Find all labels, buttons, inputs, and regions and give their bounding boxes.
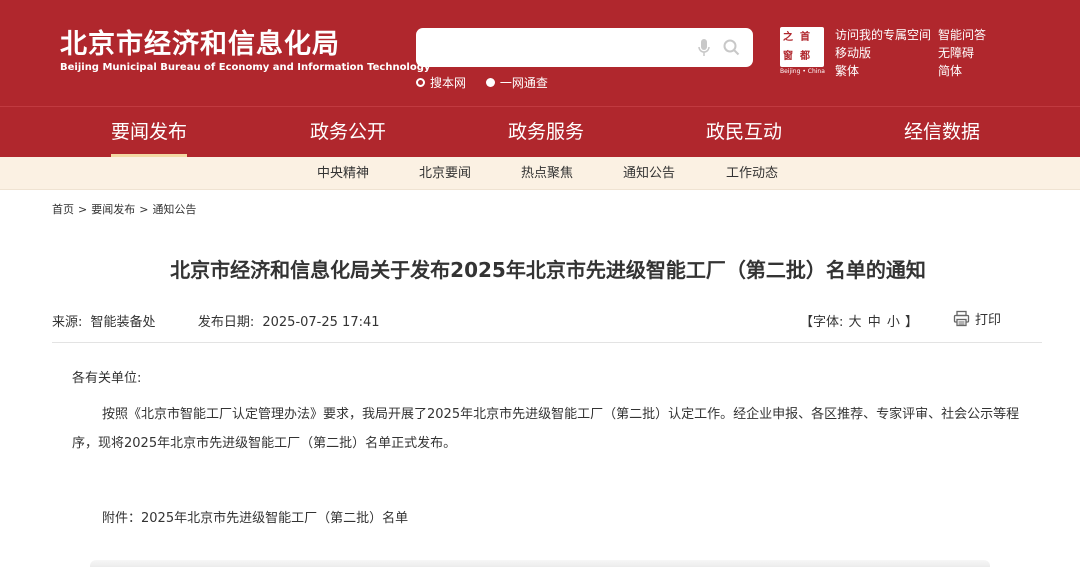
radio-label: 一网通查 — [499, 76, 548, 90]
article-meta: 来源: 智能装备处 发布日期: 2025-07-25 17:41 — [52, 311, 384, 330]
header-links-left: 访问我的专属空间 移动版 繁体 — [835, 26, 931, 80]
content-shadow — [90, 560, 990, 567]
search-icon[interactable] — [723, 39, 740, 56]
article-attachment[interactable]: 附件：2025年北京市先进级智能工厂（第二批）名单 — [102, 504, 408, 533]
subnav-work-updates[interactable]: 工作动态 — [726, 157, 778, 190]
capital-logo-char: 之 — [783, 32, 793, 43]
capital-logo-en: Beijing • China — [780, 68, 825, 75]
article-paragraph: 按照《北京市智能工厂认定管理办法》要求，我局开展了2025年北京市先进级智能工厂… — [72, 407, 1020, 451]
subnav-central-spirit[interactable]: 中央精神 — [317, 157, 369, 190]
breadcrumb: 首页 > 要闻发布 > 通知公告 — [52, 201, 196, 217]
capital-logo-char: 都 — [800, 51, 810, 62]
link-accessibility[interactable]: 无障碍 — [938, 44, 986, 62]
site-header: 北京市经济和信息化局 Beijing Municipal Bureau of E… — [0, 0, 1080, 106]
main-nav: 要闻发布 政务公开 政务服务 政民互动 经信数据 — [0, 106, 1080, 157]
link-mobile[interactable]: 移动版 — [835, 44, 931, 62]
nav-data[interactable]: 经信数据 — [904, 107, 980, 157]
capital-window-logo[interactable]: 之 首 窗 都 Beijing • China — [780, 27, 825, 75]
site-logo-en: Beijing Municipal Bureau of Economy and … — [60, 62, 431, 73]
site-logo-cn[interactable]: 北京市经济和信息化局 — [60, 22, 340, 61]
article-title: 北京市经济和信息化局关于发布2025年北京市先进级智能工厂（第二批）名单的通知 — [170, 258, 926, 282]
font-size-small[interactable]: 小 — [887, 315, 900, 330]
subnav-notices[interactable]: 通知公告 — [623, 157, 675, 190]
sub-nav: 中央精神 北京要闻 热点聚焦 通知公告 工作动态 — [0, 157, 1080, 190]
link-traditional[interactable]: 繁体 — [835, 62, 931, 80]
font-size-large[interactable]: 大 — [849, 315, 862, 330]
breadcrumb-news[interactable]: 要闻发布 — [91, 203, 135, 216]
link-smart-qa[interactable]: 智能问答 — [938, 26, 986, 44]
radio-search-all[interactable]: 一网通查 — [485, 74, 548, 91]
article-salutation: 各有关单位: — [72, 371, 142, 386]
search-input[interactable] — [428, 36, 688, 58]
nav-interaction[interactable]: 政民互动 — [706, 107, 782, 157]
breadcrumb-notices[interactable]: 通知公告 — [152, 203, 196, 216]
font-size-label-close: 】 — [905, 315, 919, 330]
capital-logo-char: 窗 — [783, 51, 793, 62]
print-label: 打印 — [975, 313, 1002, 328]
breadcrumb-separator: > — [78, 203, 88, 216]
font-size-label: 【字体: — [800, 315, 844, 330]
link-simplified[interactable]: 简体 — [938, 62, 986, 80]
radio-unselected-icon — [416, 78, 425, 87]
date-label: 发布日期: — [197, 315, 255, 330]
breadcrumb-home[interactable]: 首页 — [52, 203, 74, 216]
nav-gov-affairs[interactable]: 政务公开 — [310, 107, 386, 157]
date-value: 2025-07-25 17:41 — [262, 315, 380, 330]
font-size-control: 【字体: 大 中 小 】 — [800, 311, 918, 330]
nav-news[interactable]: 要闻发布 — [111, 107, 188, 157]
capital-logo-char: 首 — [800, 32, 810, 43]
meta-divider — [52, 342, 1042, 343]
header-links-right: 智能问答 无障碍 简体 — [938, 26, 986, 80]
source-value: 智能装备处 — [90, 315, 156, 330]
radio-label: 搜本网 — [430, 76, 467, 90]
radio-selected-icon — [485, 78, 495, 87]
microphone-icon[interactable] — [697, 38, 711, 58]
search-box — [416, 28, 753, 67]
search-scope: 搜本网 一网通查 — [416, 74, 564, 91]
breadcrumb-separator: > — [139, 203, 149, 216]
nav-gov-services[interactable]: 政务服务 — [508, 107, 584, 157]
subnav-hot-topics[interactable]: 热点聚焦 — [521, 157, 573, 190]
source-label: 来源: — [52, 315, 83, 330]
radio-search-site[interactable]: 搜本网 — [416, 74, 466, 91]
subnav-beijing-news[interactable]: 北京要闻 — [419, 157, 471, 190]
font-size-medium[interactable]: 中 — [868, 315, 881, 330]
link-personal-space[interactable]: 访问我的专属空间 — [835, 26, 931, 44]
printer-icon — [953, 310, 970, 327]
print-button[interactable]: 打印 — [953, 309, 1001, 328]
